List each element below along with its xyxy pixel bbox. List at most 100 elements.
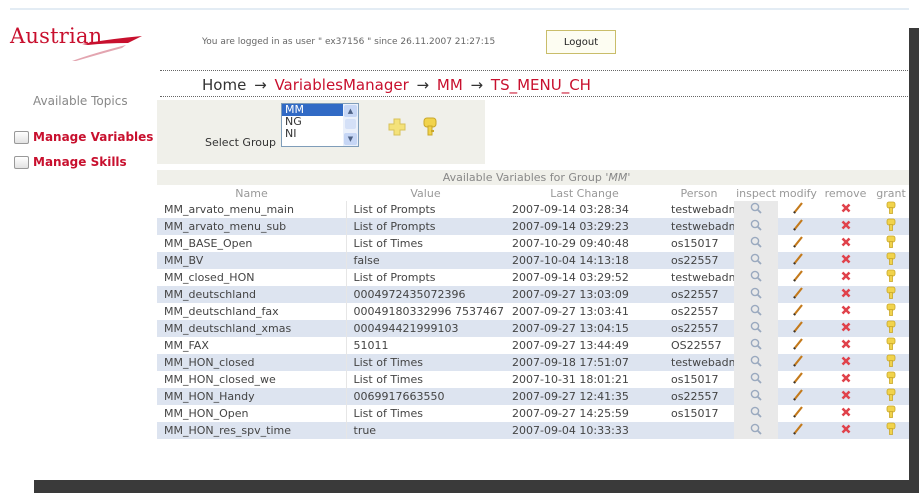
pencil-icon[interactable] — [792, 253, 804, 269]
key-icon[interactable] — [886, 371, 896, 388]
sidebar-item-manage-skills[interactable]: Manage Skills — [14, 155, 127, 169]
pencil-icon[interactable] — [792, 372, 804, 388]
key-icon[interactable] — [886, 218, 896, 235]
cell-name: MM_HON_Handy — [157, 388, 347, 405]
add-group-plus-icon[interactable] — [388, 118, 406, 136]
magnifier-icon[interactable] — [750, 406, 762, 421]
red-x-icon[interactable] — [841, 237, 851, 250]
pencil-icon[interactable] — [792, 389, 804, 405]
key-icon[interactable] — [886, 337, 896, 354]
listbox-scrollbar[interactable]: ▲ ▼ — [343, 104, 358, 146]
key-icon[interactable] — [886, 201, 896, 218]
breadcrumb-home[interactable]: Home — [202, 76, 246, 94]
magnifier-icon[interactable] — [750, 219, 762, 234]
cell-name: MM_HON_res_spv_time — [157, 422, 347, 439]
pencil-icon[interactable] — [792, 321, 804, 337]
table-row: MM_arvato_menu_main List of Prompts 2007-0… — [157, 201, 910, 218]
modify-cell — [778, 405, 818, 422]
pencil-icon[interactable] — [792, 304, 804, 320]
remove-cell — [818, 252, 873, 269]
magnifier-icon[interactable] — [750, 321, 762, 336]
red-x-icon[interactable] — [841, 305, 851, 318]
cell-last-change: 2007-09-27 13:03:41 — [505, 303, 664, 320]
table-row: MM_HON_closed_we List of Times 2007-10-31 … — [157, 371, 910, 388]
cell-last-change: 2007-09-27 13:44:49 — [505, 337, 664, 354]
cell-name: MM_HON_closed_we — [157, 371, 347, 388]
cell-value: List of Prompts — [346, 269, 505, 286]
red-x-icon[interactable] — [841, 322, 851, 335]
remove-cell — [818, 405, 873, 422]
key-icon[interactable] — [886, 235, 896, 252]
pencil-icon[interactable] — [792, 355, 804, 371]
red-x-icon[interactable] — [841, 203, 851, 216]
magnifier-icon[interactable] — [750, 389, 762, 404]
key-icon[interactable] — [886, 303, 896, 320]
scroll-up-icon[interactable]: ▲ — [344, 105, 357, 117]
pencil-icon[interactable] — [792, 338, 804, 354]
key-icon[interactable] — [886, 286, 896, 303]
breadcrumb-ts-menu-ch[interactable]: TS_MENU_CH — [491, 76, 591, 94]
group-listbox[interactable]: MM NG NI ▲ ▼ — [281, 103, 359, 147]
remove-cell — [818, 388, 873, 405]
red-x-icon[interactable] — [841, 220, 851, 233]
col-header-last-change: Last Change — [505, 185, 664, 201]
key-icon[interactable] — [886, 252, 896, 269]
magnifier-icon[interactable] — [750, 372, 762, 387]
remove-cell — [818, 303, 873, 320]
divider — [160, 70, 910, 71]
magnifier-icon[interactable] — [750, 270, 762, 285]
red-x-icon[interactable] — [841, 254, 851, 267]
inspect-cell — [734, 303, 778, 320]
red-x-icon[interactable] — [841, 390, 851, 403]
pencil-icon[interactable] — [792, 406, 804, 422]
sidebar-item-manage-variables[interactable]: Manage Variables — [14, 130, 153, 144]
red-x-icon[interactable] — [841, 356, 851, 369]
key-icon[interactable] — [886, 405, 896, 422]
magnifier-icon[interactable] — [750, 338, 762, 353]
key-icon[interactable] — [886, 354, 896, 371]
magnifier-icon[interactable] — [750, 287, 762, 302]
modify-cell — [778, 218, 818, 235]
magnifier-icon[interactable] — [750, 355, 762, 370]
magnifier-icon[interactable] — [750, 253, 762, 268]
magnifier-icon[interactable] — [750, 236, 762, 251]
magnifier-icon[interactable] — [750, 202, 762, 217]
key-icon[interactable] — [886, 422, 896, 439]
red-x-icon[interactable] — [841, 339, 851, 352]
pencil-icon[interactable] — [792, 219, 804, 235]
pencil-icon[interactable] — [792, 236, 804, 252]
red-x-icon[interactable] — [841, 373, 851, 386]
cell-last-change: 2007-09-14 03:29:52 — [505, 269, 664, 286]
red-x-icon[interactable] — [841, 271, 851, 284]
login-info: You are logged in as user " ex37156 " si… — [202, 37, 496, 47]
breadcrumb-variablesmanager[interactable]: VariablesManager — [274, 76, 408, 94]
red-x-icon[interactable] — [841, 407, 851, 420]
key-icon[interactable] — [886, 269, 896, 286]
top-divider — [10, 8, 909, 10]
magnifier-icon[interactable] — [750, 304, 762, 319]
grant-cell — [873, 422, 910, 439]
magnifier-icon[interactable] — [750, 423, 762, 438]
breadcrumb-mm[interactable]: MM — [437, 76, 463, 94]
table-row: MM_deutschland_xmas 000494421999103 2007-0… — [157, 320, 910, 337]
logout-button[interactable]: Logout — [546, 30, 616, 54]
key-icon[interactable] — [886, 388, 896, 405]
cell-person: os15017 — [664, 405, 734, 422]
pencil-icon[interactable] — [792, 270, 804, 286]
red-x-icon[interactable] — [841, 424, 851, 437]
pencil-icon[interactable] — [792, 423, 804, 439]
key-icon[interactable] — [886, 320, 896, 337]
grant-cell — [873, 235, 910, 252]
pencil-icon[interactable] — [792, 202, 804, 218]
scroll-thumb[interactable] — [345, 119, 356, 129]
red-x-icon[interactable] — [841, 288, 851, 301]
austrian-logo: Austrian — [10, 24, 150, 84]
group-key-icon[interactable] — [423, 117, 437, 137]
cell-value: List of Prompts — [346, 218, 505, 235]
scroll-down-icon[interactable]: ▼ — [344, 133, 357, 145]
folder-icon — [14, 155, 29, 169]
variables-table: Available Variables for Group 'MM' Name … — [157, 170, 910, 439]
remove-cell — [818, 320, 873, 337]
grant-cell — [873, 269, 910, 286]
pencil-icon[interactable] — [792, 287, 804, 303]
